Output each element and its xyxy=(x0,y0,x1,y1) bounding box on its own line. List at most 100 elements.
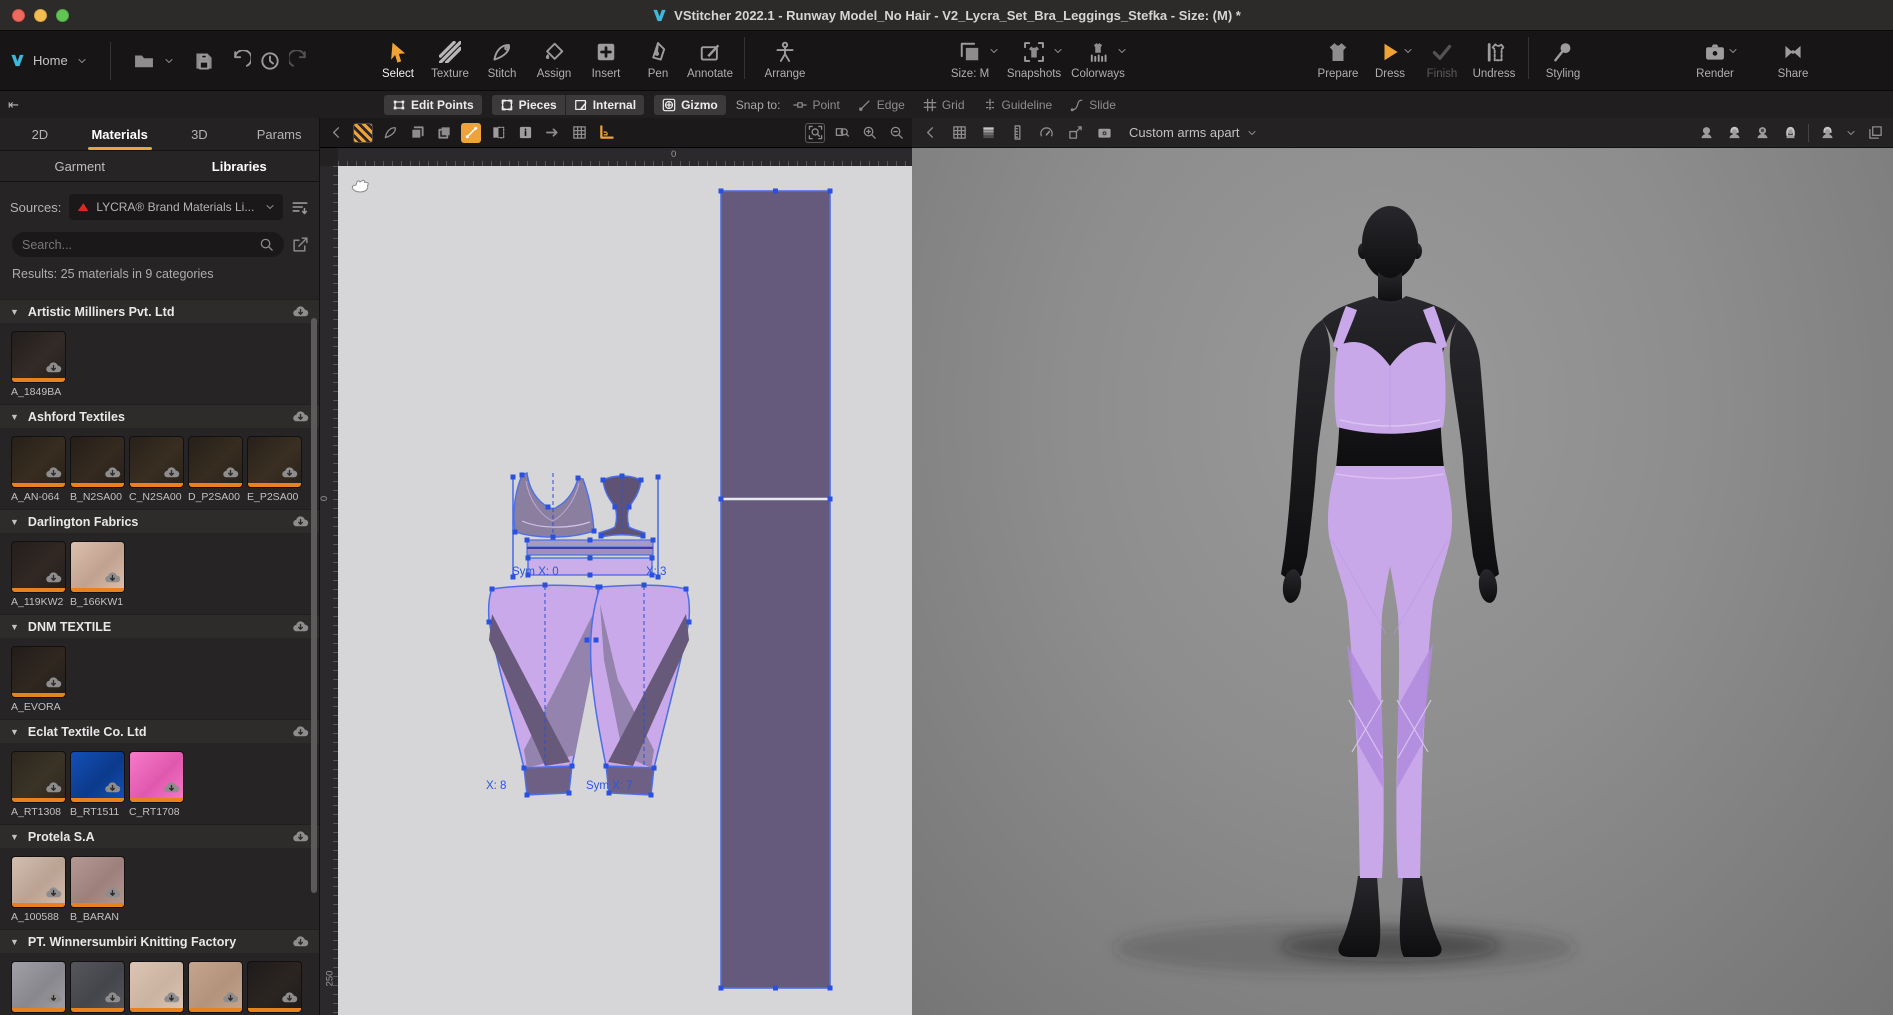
chevron-down-icon[interactable] xyxy=(1116,45,1128,57)
insert-button[interactable]: Insert xyxy=(580,31,632,80)
material-thumbnail[interactable]: A_RT1308 xyxy=(11,751,66,818)
grid-icon[interactable] xyxy=(949,123,969,143)
stitch-sm-icon[interactable] xyxy=(380,123,400,143)
open-folder-icon[interactable] xyxy=(133,50,155,72)
cloud-download-icon[interactable] xyxy=(292,723,309,740)
segment-icon[interactable] xyxy=(461,123,481,143)
chevron-down-icon[interactable] xyxy=(1727,45,1739,57)
head-bald-icon[interactable] xyxy=(1696,123,1716,143)
material-swatch[interactable] xyxy=(11,331,66,383)
head-dropdown-icon[interactable] xyxy=(1817,123,1837,143)
zoom-button[interactable] xyxy=(56,9,69,22)
snap-edge-toggle[interactable]: Edge xyxy=(858,98,905,112)
material-swatch[interactable] xyxy=(129,961,184,1013)
pattern-pieces[interactable] xyxy=(338,166,912,1015)
cloud-download-icon[interactable] xyxy=(292,408,309,425)
layers-back-icon[interactable] xyxy=(407,123,427,143)
sources-dropdown[interactable]: LYCRA® Brand Materials Li... xyxy=(69,194,283,220)
material-swatch[interactable] xyxy=(188,961,243,1013)
library-options-icon[interactable] xyxy=(291,198,309,216)
material-thumbnail[interactable]: D_P2SA00 xyxy=(188,436,243,503)
ruler-corner-icon[interactable] xyxy=(596,123,616,143)
cloud-download-icon[interactable] xyxy=(222,989,239,1006)
cloud-download-icon[interactable] xyxy=(104,779,121,796)
avatar-body[interactable] xyxy=(1281,206,1499,957)
tab-3d[interactable]: 3D xyxy=(160,118,240,150)
chevron-down-icon[interactable] xyxy=(163,55,175,67)
material-swatch[interactable] xyxy=(70,961,125,1013)
category-header[interactable]: ▼Protela S.A xyxy=(0,824,319,848)
collapse-triangle-icon[interactable]: ▼ xyxy=(10,307,19,317)
gauge-icon[interactable] xyxy=(1036,123,1056,143)
tab-params[interactable]: Params xyxy=(239,118,319,150)
chevron-left-icon[interactable] xyxy=(920,123,940,143)
cloud-download-icon[interactable] xyxy=(292,828,309,845)
zoom-rect-icon[interactable] xyxy=(832,123,852,143)
material-swatch[interactable] xyxy=(11,961,66,1013)
pen-button[interactable]: Pen xyxy=(632,31,684,80)
material-thumbnail[interactable] xyxy=(129,961,184,1015)
ruler-v-icon[interactable] xyxy=(1007,123,1027,143)
chevron-down-icon[interactable] xyxy=(1052,45,1064,57)
history-icon[interactable] xyxy=(259,50,281,72)
material-swatch[interactable] xyxy=(11,856,66,908)
category-header[interactable]: ▼PT. Winnersumbiri Knitting Factory xyxy=(0,929,319,953)
collapse-triangle-icon[interactable]: ▼ xyxy=(10,727,19,737)
material-thumbnail[interactable]: A_AN-064 xyxy=(11,436,66,503)
collapse-triangle-icon[interactable]: ▼ xyxy=(10,517,19,527)
home-menu[interactable]: Home xyxy=(33,53,68,68)
snap-slide-toggle[interactable]: Slide xyxy=(1070,98,1116,112)
prepare-button[interactable]: Prepare xyxy=(1312,31,1364,80)
tab-2d[interactable]: 2D xyxy=(0,118,80,150)
grid-icon[interactable] xyxy=(569,123,589,143)
info-icon[interactable] xyxy=(515,123,535,143)
search-box[interactable] xyxy=(12,232,284,257)
chevron-down-icon[interactable] xyxy=(76,55,88,67)
category-header[interactable]: ▼Eclat Textile Co. Ltd xyxy=(0,719,319,743)
save-icon[interactable] xyxy=(193,50,215,72)
pattern-piece-racerback[interactable] xyxy=(599,476,645,537)
tab-materials[interactable]: Materials xyxy=(80,118,160,150)
undo-icon[interactable] xyxy=(229,50,251,72)
head-hair-bob-icon[interactable] xyxy=(1724,123,1744,143)
cloud-download-icon[interactable] xyxy=(163,779,180,796)
material-swatch[interactable] xyxy=(11,646,66,698)
gizmo-button[interactable]: Gizmo xyxy=(654,95,726,115)
internal-button[interactable]: Internal xyxy=(565,95,644,115)
material-swatch[interactable] xyxy=(11,541,66,593)
styling-button[interactable]: Styling xyxy=(1537,31,1589,80)
cloud-download-icon[interactable] xyxy=(292,933,309,950)
cloud-download-icon[interactable] xyxy=(104,464,121,481)
cloud-download-icon[interactable] xyxy=(45,464,62,481)
material-thumbnail[interactable]: B_166KW1 xyxy=(70,541,125,608)
redo-icon[interactable] xyxy=(289,50,311,72)
pattern-piece-left-leg[interactable] xyxy=(489,585,598,795)
dress-button[interactable]: Dress xyxy=(1364,31,1416,80)
cloud-download-icon[interactable] xyxy=(281,464,298,481)
stitch-button[interactable]: Stitch xyxy=(476,31,528,80)
category-header[interactable]: ▼Artistic Milliners Pvt. Ltd xyxy=(0,299,319,323)
share-button[interactable]: Share xyxy=(1767,31,1819,80)
sidebar-scrollbar[interactable] xyxy=(311,318,317,893)
material-swatch[interactable] xyxy=(70,856,125,908)
material-thumbnail[interactable] xyxy=(188,961,243,1015)
category-header[interactable]: ▼Darlington Fabrics xyxy=(0,509,319,533)
material-thumbnail[interactable]: C_N2SA00 xyxy=(129,436,184,503)
material-swatch[interactable] xyxy=(247,436,302,488)
pattern-piece-strip[interactable] xyxy=(721,191,830,988)
external-link-icon[interactable] xyxy=(292,236,309,253)
cloud-download-icon[interactable] xyxy=(163,989,180,1006)
material-swatch[interactable] xyxy=(129,751,184,803)
category-header[interactable]: ▼Ashford Textiles xyxy=(0,404,319,428)
tab-libraries[interactable]: Libraries xyxy=(160,151,320,181)
cloud-download-icon[interactable] xyxy=(292,303,309,320)
cloud-download-icon[interactable] xyxy=(104,569,121,586)
search-input[interactable] xyxy=(22,238,259,252)
cloud-download-icon[interactable] xyxy=(222,464,239,481)
material-thumbnail[interactable]: E_P2SA00 xyxy=(247,436,302,503)
render-button[interactable]: Render xyxy=(1689,31,1741,80)
pattern-piece-bra-front[interactable] xyxy=(514,473,594,537)
search-icon[interactable] xyxy=(259,237,274,252)
pose-selector[interactable]: Custom arms apart xyxy=(1129,125,1258,140)
texture-button[interactable]: Texture xyxy=(424,31,476,80)
